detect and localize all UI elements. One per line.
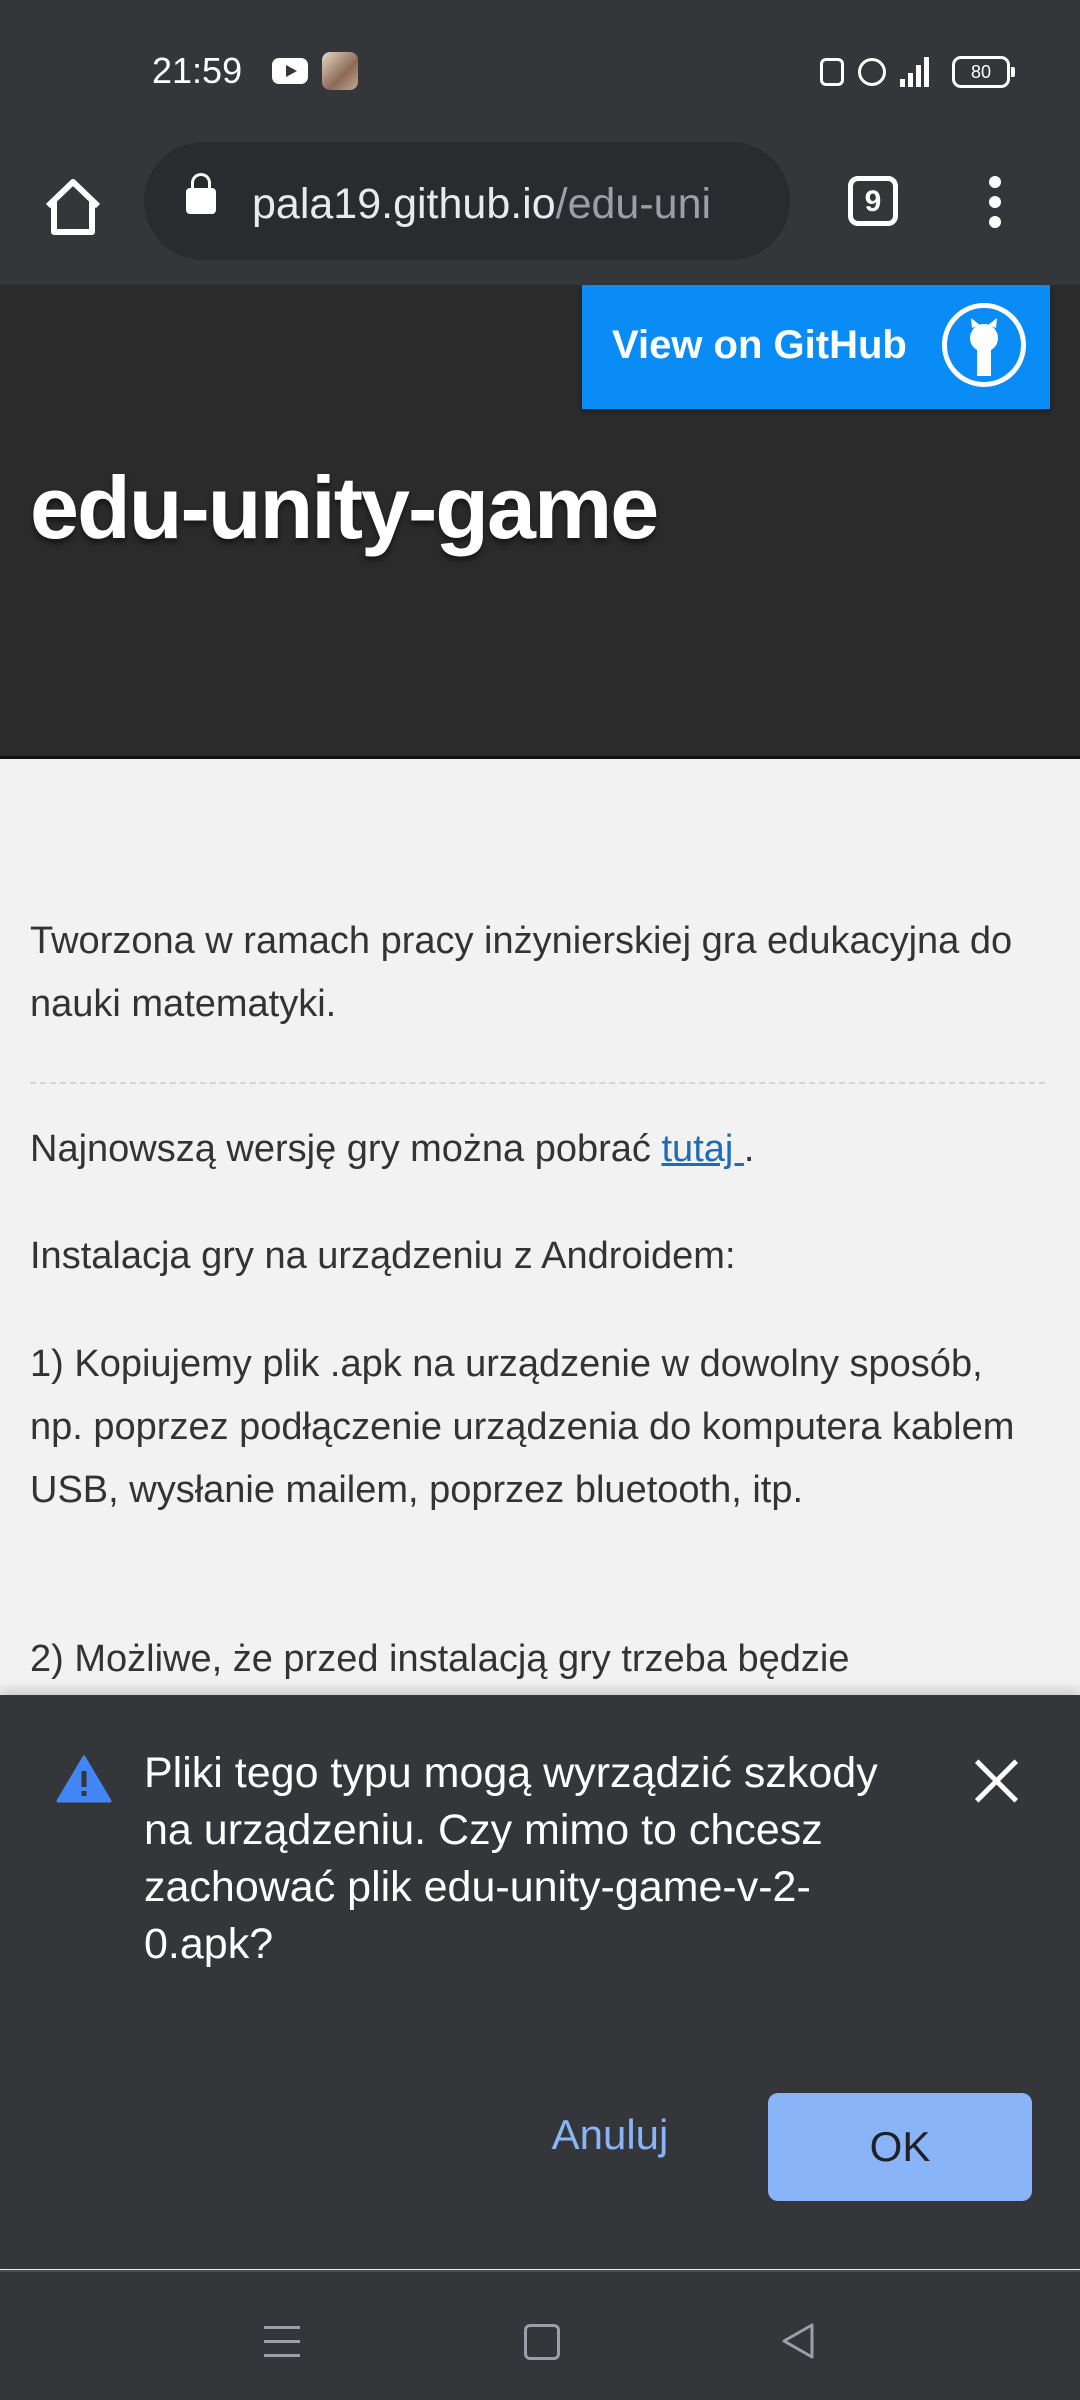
- download-text: Najnowszą wersję gry można pobrać: [30, 1128, 662, 1170]
- cancel-button[interactable]: Anuluj: [530, 2095, 690, 2175]
- view-on-github-button[interactable]: View on GitHub: [582, 285, 1050, 409]
- warning-message: Pliki tego typu mogą wyrządzić szkody na…: [144, 1749, 878, 1968]
- system-nav-bar: [0, 2270, 1080, 2400]
- alarm-icon: [858, 58, 886, 86]
- battery-icon: 80: [952, 56, 1015, 88]
- home-icon[interactable]: [40, 174, 106, 240]
- install-step-1: 1) Kopiujemy plik .apk na urządzenie w d…: [30, 1343, 1015, 1511]
- status-bar: 21:59 80: [0, 0, 1080, 140]
- page-header: View on GitHub edu-unity-game: [0, 285, 1080, 759]
- github-octocat-icon: [942, 303, 1026, 387]
- intro-paragraph: Tworzona w ramach pracy inżynierskiej gr…: [30, 920, 1013, 1025]
- url-host: pala19.github.io: [252, 180, 556, 228]
- status-icons: 80: [820, 56, 1015, 88]
- nfc-icon: [820, 58, 844, 86]
- lte-signal-icon: [900, 57, 938, 87]
- ok-button[interactable]: OK: [768, 2093, 1032, 2201]
- divider: [30, 1082, 1045, 1084]
- recents-menu-icon[interactable]: [264, 2326, 300, 2368]
- lock-icon: [186, 173, 216, 214]
- close-icon[interactable]: [966, 1751, 1026, 1811]
- address-bar[interactable]: pala19.github.io/edu-uni: [144, 142, 790, 260]
- url-text[interactable]: pala19.github.io/edu-uni: [252, 180, 772, 229]
- download-text-end: .: [743, 1128, 755, 1170]
- install-step-2: 2) Możliwe, że przed instalacją gry trze…: [30, 1638, 850, 1680]
- nav-home-icon[interactable]: [524, 2324, 560, 2360]
- avatar-icon: [322, 52, 358, 90]
- tab-switcher-button[interactable]: 9: [848, 176, 898, 226]
- status-time: 21:59: [152, 50, 243, 91]
- more-vert-icon[interactable]: [982, 176, 1008, 232]
- download-link[interactable]: tutaj: [662, 1128, 744, 1170]
- browser-toolbar: pala19.github.io/edu-uni 9: [0, 140, 1080, 285]
- install-heading: Instalacja gry na urządzeniu z Androidem…: [30, 1235, 736, 1277]
- page-title: edu-unity-game: [30, 458, 659, 557]
- warning-icon: [56, 1755, 112, 1803]
- download-paragraph: Najnowszą wersję gry można pobrać tutaj …: [30, 1118, 754, 1181]
- download-warning-dialog: Pliki tego typu mogą wyrządzić szkody na…: [0, 1695, 1080, 2269]
- youtube-icon: [272, 58, 308, 84]
- back-icon[interactable]: [780, 2322, 816, 2365]
- github-button-label: View on GitHub: [612, 323, 907, 367]
- url-path: /edu-uni: [555, 180, 712, 228]
